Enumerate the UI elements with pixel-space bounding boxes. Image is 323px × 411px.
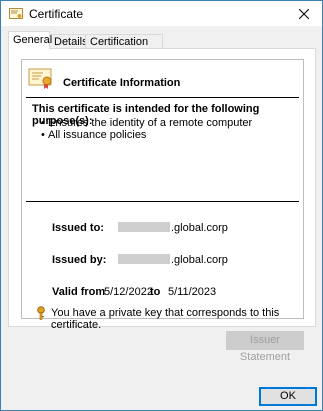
valid-from-label: Valid from bbox=[52, 286, 106, 298]
certificate-window: Certificate General Details Certificatio… bbox=[0, 0, 323, 411]
close-button[interactable] bbox=[286, 1, 322, 27]
tab-details[interactable]: Details bbox=[49, 34, 88, 49]
title-bar: Certificate bbox=[1, 1, 322, 27]
redacted-block bbox=[118, 254, 170, 264]
divider-top bbox=[26, 97, 299, 98]
tab-certification-path[interactable]: Certification Path bbox=[85, 34, 163, 62]
tab-general[interactable]: General bbox=[8, 31, 52, 49]
window-title: Certificate bbox=[29, 7, 84, 21]
info-title: Certificate Information bbox=[63, 77, 181, 89]
certificate-badge-icon bbox=[28, 68, 52, 89]
valid-to-date: 5/11/2023 bbox=[168, 286, 217, 298]
private-key-note: You have a private key that corresponds … bbox=[51, 307, 280, 331]
certificate-info-box: Certificate Information This certificate… bbox=[21, 59, 304, 331]
issued-to-label: Issued to: bbox=[52, 222, 104, 234]
general-panel: Certificate Information This certificate… bbox=[8, 48, 316, 331]
issued-by-domain: .global.corp bbox=[171, 254, 228, 266]
issued-by-label: Issued by: bbox=[52, 254, 107, 266]
close-icon bbox=[299, 9, 309, 19]
valid-from-date: 5/12/2022 bbox=[104, 286, 153, 298]
issuer-statement-button[interactable]: Issuer Statement bbox=[226, 331, 304, 363]
key-icon bbox=[37, 306, 45, 320]
issued-by-value: .global.corp bbox=[118, 254, 228, 266]
ok-button[interactable]: OK bbox=[259, 387, 317, 406]
redacted-block bbox=[118, 222, 170, 232]
issued-to-domain: .global.corp bbox=[171, 222, 228, 234]
issued-to-value: .global.corp bbox=[118, 222, 228, 234]
valid-to-label: to bbox=[150, 286, 161, 298]
purpose-item: All issuance policies bbox=[48, 129, 252, 141]
purpose-item: Ensures the identity of a remote compute… bbox=[48, 117, 252, 129]
purpose-list: Ensures the identity of a remote compute… bbox=[48, 117, 252, 141]
certificate-icon bbox=[9, 8, 23, 19]
divider-bottom bbox=[26, 201, 299, 202]
